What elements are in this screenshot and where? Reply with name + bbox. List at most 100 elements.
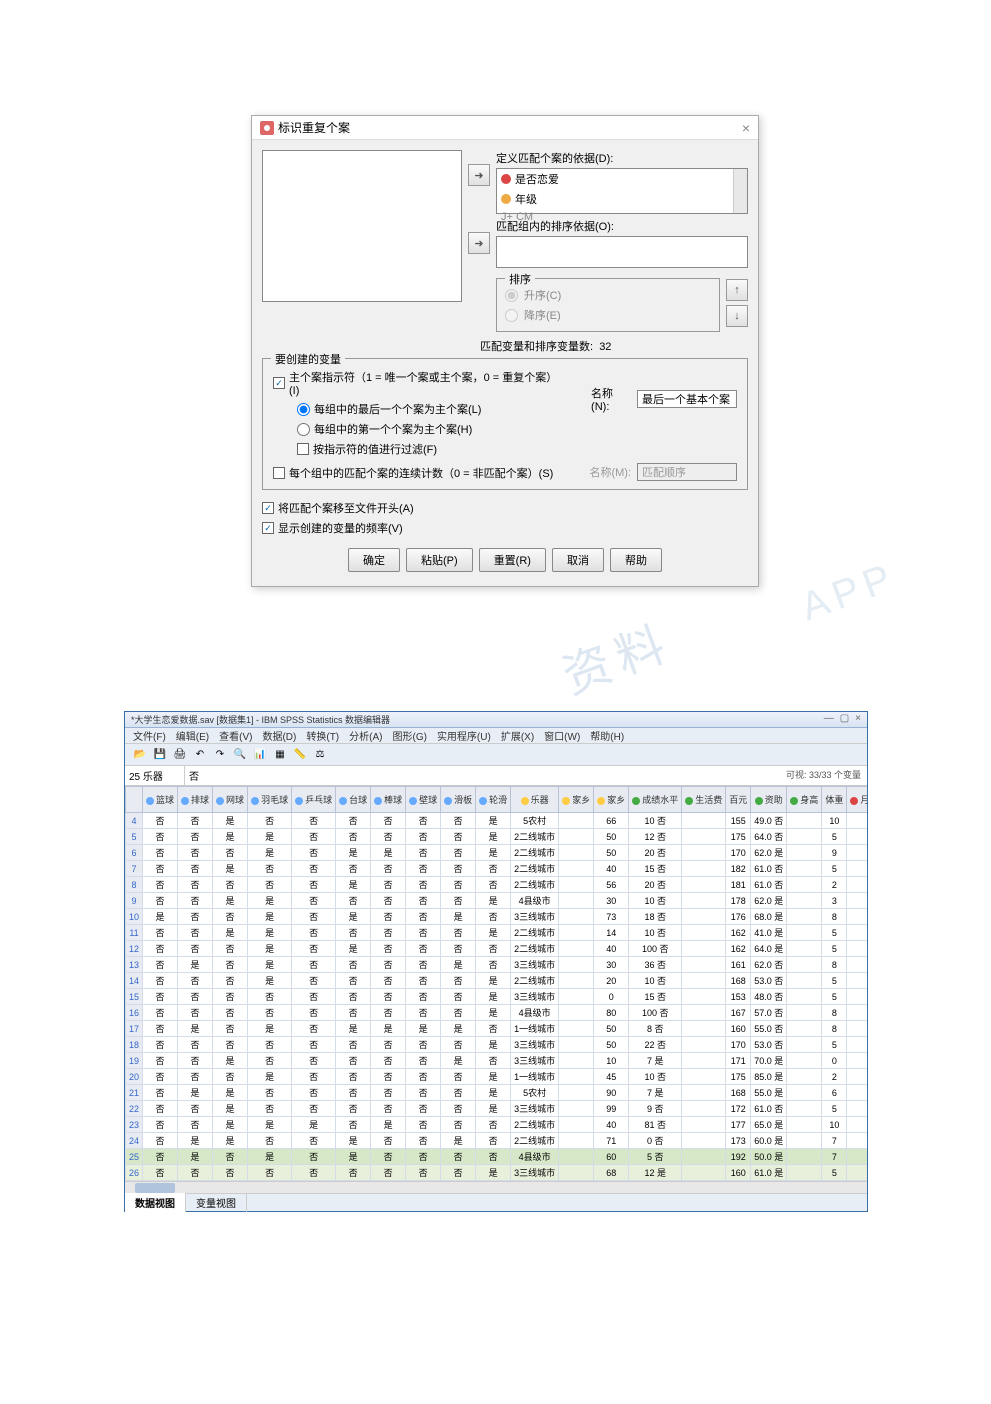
cell[interactable]: 是 — [441, 957, 476, 973]
cell[interactable]: 是 — [248, 1149, 292, 1165]
cell[interactable]: 5 — [822, 1037, 847, 1053]
menu-item[interactable]: 分析(A) — [349, 728, 382, 743]
cell[interactable]: 否 — [292, 813, 336, 829]
cell[interactable]: 否 — [441, 1005, 476, 1021]
cell[interactable]: 否 — [143, 1133, 178, 1149]
cell[interactable]: 是 — [213, 1101, 248, 1117]
cell[interactable]: 是 — [441, 1021, 476, 1037]
cell[interactable]: 1 — [847, 1053, 867, 1069]
cell[interactable]: 否 — [371, 1165, 406, 1181]
close-icon[interactable]: × — [855, 713, 861, 726]
cell[interactable]: 1 — [847, 989, 867, 1005]
cell[interactable]: 8 否 — [629, 1021, 682, 1037]
row-number[interactable]: 17 — [126, 1021, 143, 1037]
cell[interactable]: 否 — [406, 813, 441, 829]
goto-icon[interactable]: 🔍 — [231, 746, 249, 764]
cell[interactable]: 5 — [822, 989, 847, 1005]
data-grid[interactable]: 篮球排球网球羽毛球乒乓球台球棒球壁球滑板轮滑乐器家乡家乡成绩水平生活费百元资助身… — [125, 786, 867, 1181]
cell[interactable]: 是 — [476, 973, 511, 989]
cell[interactable]: 1 — [847, 1069, 867, 1085]
cell[interactable]: 是 — [213, 829, 248, 845]
cell[interactable]: 否 — [476, 861, 511, 877]
cell[interactable]: 否 — [248, 1037, 292, 1053]
cell[interactable]: 175 — [726, 1069, 751, 1085]
cell[interactable]: 1 — [847, 957, 867, 973]
cell[interactable]: 否 — [143, 1165, 178, 1181]
cell[interactable]: 9 否 — [629, 1101, 682, 1117]
cell[interactable] — [682, 1037, 726, 1053]
cell[interactable]: 否 — [292, 1133, 336, 1149]
column-header[interactable]: 篮球 — [143, 787, 178, 813]
cell[interactable] — [559, 877, 594, 893]
cell[interactable]: 170 — [726, 1037, 751, 1053]
cell[interactable]: 否 — [143, 1085, 178, 1101]
cell[interactable] — [682, 813, 726, 829]
cell[interactable]: 53.0 否 — [751, 973, 787, 989]
cell[interactable]: 否 — [441, 877, 476, 893]
cell[interactable]: 是 — [248, 1021, 292, 1037]
cell[interactable] — [787, 1053, 822, 1069]
move-up-button[interactable]: ↑ — [726, 279, 748, 301]
primary-indicator-checkbox[interactable]: ✓ — [273, 377, 285, 389]
cell[interactable]: 是 — [213, 1053, 248, 1069]
cell[interactable]: 是 — [143, 909, 178, 925]
cell[interactable]: 4县级市 — [511, 1005, 559, 1021]
cell[interactable]: 100 否 — [629, 1005, 682, 1021]
cell[interactable]: 2二线城市 — [511, 845, 559, 861]
row-number[interactable]: 14 — [126, 973, 143, 989]
cell[interactable]: 否 — [336, 893, 371, 909]
row-number[interactable]: 18 — [126, 1037, 143, 1053]
cell[interactable]: 1 — [847, 877, 867, 893]
cell[interactable] — [559, 1037, 594, 1053]
move-down-button[interactable]: ↓ — [726, 305, 748, 327]
cell[interactable]: 否 — [371, 1085, 406, 1101]
cell[interactable]: 否 — [406, 1037, 441, 1053]
cell[interactable]: 7 — [822, 1149, 847, 1165]
cell[interactable]: 否 — [441, 989, 476, 1005]
cell[interactable]: 否 — [248, 1053, 292, 1069]
cell[interactable]: 2二线城市 — [511, 925, 559, 941]
cell[interactable]: 否 — [371, 1005, 406, 1021]
cell[interactable]: 2二线城市 — [511, 941, 559, 957]
row-number[interactable]: 19 — [126, 1053, 143, 1069]
cell[interactable] — [787, 1133, 822, 1149]
cell[interactable]: 否 — [143, 1005, 178, 1021]
cell[interactable]: 否 — [178, 861, 213, 877]
row-number[interactable]: 8 — [126, 877, 143, 893]
cell[interactable]: 182 — [726, 861, 751, 877]
cell[interactable]: 否 — [143, 973, 178, 989]
ok-button[interactable]: 确定 — [348, 548, 400, 572]
cell[interactable]: 否 — [178, 829, 213, 845]
cell[interactable]: 是 — [248, 829, 292, 845]
cell[interactable]: 2二线城市 — [511, 861, 559, 877]
cell[interactable]: 171 — [726, 1053, 751, 1069]
cell[interactable]: 160 — [726, 1165, 751, 1181]
cell[interactable] — [787, 925, 822, 941]
cell[interactable]: 否 — [406, 925, 441, 941]
row-number[interactable]: 23 — [126, 1117, 143, 1133]
cell[interactable]: 否 — [143, 861, 178, 877]
cell[interactable]: 是 — [178, 1133, 213, 1149]
cell[interactable]: 100 否 — [629, 941, 682, 957]
row-number[interactable]: 9 — [126, 893, 143, 909]
cell[interactable]: 否 — [143, 957, 178, 973]
cell[interactable]: 否 — [178, 925, 213, 941]
cell[interactable]: 是 — [476, 1069, 511, 1085]
cell[interactable]: 10 否 — [629, 813, 682, 829]
cell[interactable]: 1 — [847, 1117, 867, 1133]
cell[interactable]: 否 — [336, 829, 371, 845]
cell[interactable]: 1 — [847, 1133, 867, 1149]
cell[interactable]: 2二线城市 — [511, 973, 559, 989]
cell[interactable]: 161 — [726, 957, 751, 973]
cell[interactable]: 8 — [822, 1021, 847, 1037]
source-variables-listbox[interactable] — [262, 150, 462, 302]
cell[interactable] — [787, 845, 822, 861]
cell[interactable]: 155 — [726, 813, 751, 829]
menu-item[interactable]: 编辑(E) — [176, 728, 209, 743]
cell[interactable] — [787, 829, 822, 845]
cell[interactable]: 2 — [822, 1069, 847, 1085]
cell[interactable]: 1 — [847, 829, 867, 845]
cell[interactable]: 0 — [594, 989, 629, 1005]
cell[interactable]: 8 — [822, 1005, 847, 1021]
cell[interactable]: 否 — [476, 1133, 511, 1149]
